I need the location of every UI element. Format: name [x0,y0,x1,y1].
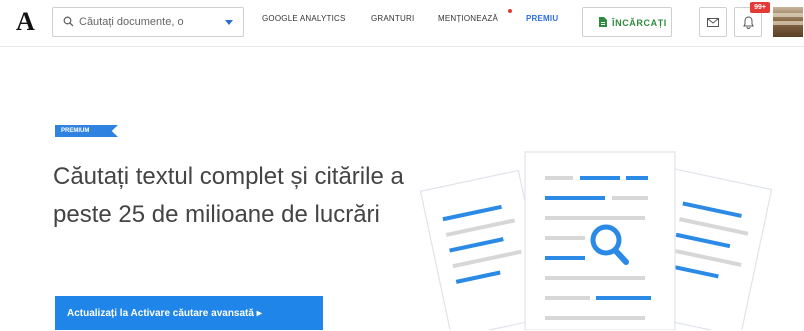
upload-label: ÎNCĂRCAȚI [612,18,667,28]
user-avatar[interactable] [773,7,803,37]
notification-badge: 99+ [750,2,770,13]
nav-granturi[interactable]: GRANTURI [371,14,414,23]
nav-mentioneaza[interactable]: MENȚIONEAZĂ [438,14,498,23]
hero-headline: Căutați textul complet și citările a pes… [53,163,404,228]
doc-icon [599,17,607,27]
magnifier-icon [590,223,632,265]
nav-premiu[interactable]: PREMIU [526,14,558,23]
search-input[interactable] [79,13,211,31]
upload-button[interactable]: ÎNCĂRCAȚI [582,7,672,37]
top-bar: A GOOGLE ANALYTICS GRANTURI MENȚIONEAZĂ … [0,0,804,47]
mail-icon [707,18,719,27]
mentions-notification-dot [508,9,512,13]
search-icon [63,16,74,27]
document-search-illustration [420,151,773,330]
search-box[interactable] [52,7,244,37]
search-type-dropdown-icon[interactable] [225,20,233,25]
upgrade-button[interactable]: Actualizați la Activare căutare avansată… [55,296,323,330]
bell-icon [743,16,754,29]
premium-tag: PREMIUM [55,125,118,137]
academia-logo[interactable]: A [16,7,35,37]
nav-google-analytics[interactable]: GOOGLE ANALYTICS [262,14,346,23]
messages-button[interactable] [699,7,727,37]
